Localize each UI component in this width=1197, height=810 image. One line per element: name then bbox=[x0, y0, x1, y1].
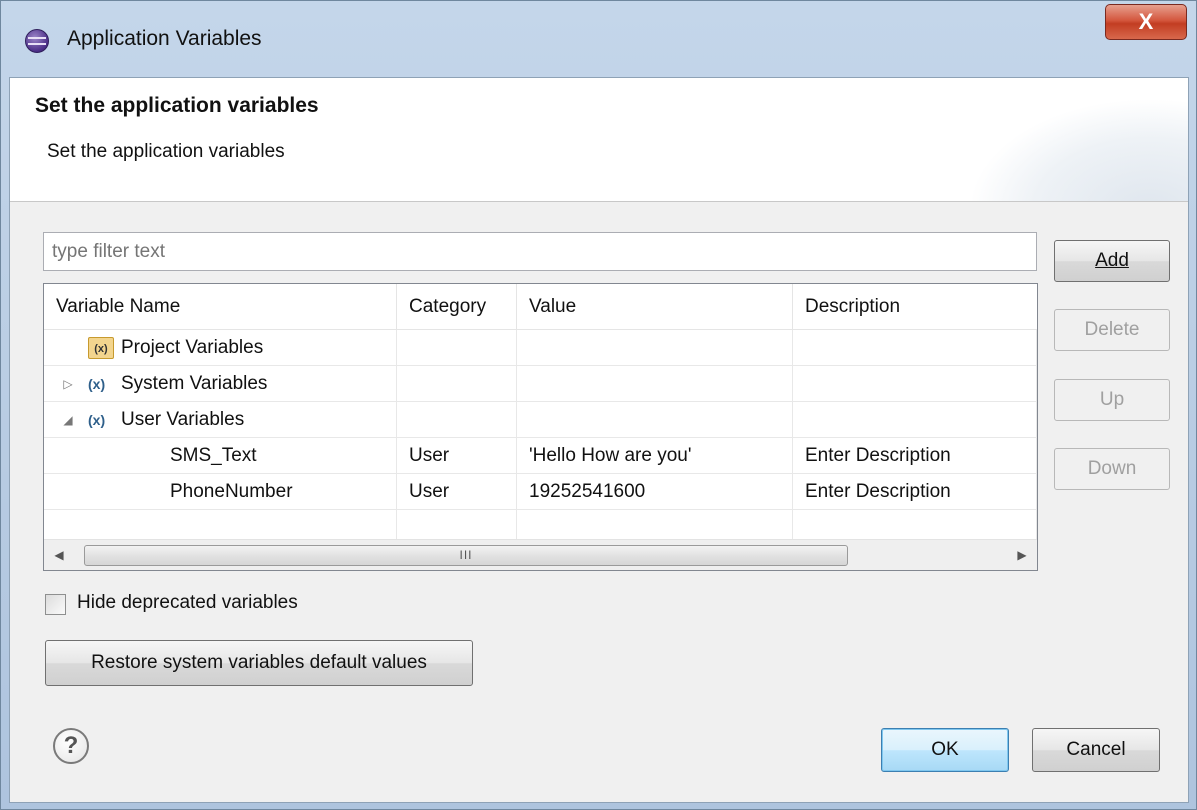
category-cell[interactable]: User bbox=[397, 474, 517, 510]
column-header-value[interactable]: Value bbox=[517, 284, 793, 330]
up-button[interactable]: Up bbox=[1054, 379, 1170, 421]
tree-cell: ◢ (x) User Variables bbox=[44, 402, 397, 438]
table-header: Variable Name Category Value Description bbox=[44, 284, 1037, 330]
header-subtitle: Set the application variables bbox=[47, 141, 285, 162]
tree-row-project-variables[interactable]: (x) Project Variables bbox=[44, 330, 1037, 366]
tree-row-user-variables[interactable]: ◢ (x) User Variables bbox=[44, 402, 1037, 438]
value-cell[interactable]: 'Hello How are you' bbox=[517, 438, 793, 474]
variable-name-cell[interactable]: SMS_Text bbox=[44, 438, 397, 474]
empty-cell bbox=[397, 366, 517, 402]
empty-row bbox=[44, 510, 1037, 539]
cancel-button[interactable]: Cancel bbox=[1032, 728, 1160, 772]
empty-cell bbox=[517, 366, 793, 402]
scrollbar-thumb[interactable]: III bbox=[84, 545, 848, 566]
title-bar[interactable]: Application Variables X bbox=[1, 1, 1196, 77]
column-header-description[interactable]: Description bbox=[793, 284, 1037, 330]
delete-button-label: Delete bbox=[1084, 319, 1140, 340]
close-button[interactable]: X bbox=[1105, 4, 1187, 40]
description-cell[interactable]: Enter Description bbox=[793, 474, 1037, 510]
variable-name-cell[interactable]: PhoneNumber bbox=[44, 474, 397, 510]
eclipse-app-icon bbox=[25, 29, 49, 53]
horizontal-scrollbar[interactable]: ◀ III ▶ bbox=[44, 539, 1037, 570]
hide-deprecated-checkbox[interactable] bbox=[45, 594, 66, 615]
restore-defaults-button[interactable]: Restore system variables default values bbox=[45, 640, 473, 686]
system-variables-icon: (x) bbox=[88, 376, 106, 392]
table-row[interactable]: SMS_Text User 'Hello How are you' Enter … bbox=[44, 438, 1037, 474]
tree-node-label: System Variables bbox=[121, 373, 268, 394]
scroll-right-icon[interactable]: ▶ bbox=[1007, 540, 1037, 570]
project-variables-icon: (x) bbox=[88, 337, 114, 359]
column-header-category[interactable]: Category bbox=[397, 284, 517, 330]
category-cell[interactable]: User bbox=[397, 438, 517, 474]
hide-deprecated-label[interactable]: Hide deprecated variables bbox=[77, 592, 298, 614]
tree-cell: (x) Project Variables bbox=[44, 330, 397, 366]
tree-node-label: Project Variables bbox=[121, 337, 264, 358]
value-cell[interactable]: 19252541600 bbox=[517, 474, 793, 510]
down-button[interactable]: Down bbox=[1054, 448, 1170, 490]
description-cell[interactable]: Enter Description bbox=[793, 438, 1037, 474]
column-header-variable-name[interactable]: Variable Name bbox=[44, 284, 397, 330]
empty-cell bbox=[793, 402, 1037, 438]
up-button-label: Up bbox=[1099, 389, 1125, 410]
empty-cell bbox=[517, 510, 793, 539]
window-title: Application Variables bbox=[67, 27, 262, 50]
empty-cell bbox=[517, 402, 793, 438]
ok-button[interactable]: OK bbox=[881, 728, 1009, 772]
empty-cell bbox=[793, 366, 1037, 402]
collapse-arrow-icon[interactable]: ◢ bbox=[61, 402, 75, 438]
dialog-header: Set the application variables Set the ap… bbox=[10, 78, 1188, 202]
expand-arrow-icon[interactable]: ▷ bbox=[61, 366, 75, 402]
tree-cell: ▷ (x) System Variables bbox=[44, 366, 397, 402]
empty-cell bbox=[44, 510, 397, 539]
table-row[interactable]: PhoneNumber User 19252541600 Enter Descr… bbox=[44, 474, 1037, 510]
empty-cell bbox=[793, 330, 1037, 366]
empty-cell bbox=[517, 330, 793, 366]
header-decoration bbox=[968, 98, 1188, 201]
filter-input[interactable] bbox=[43, 232, 1037, 271]
user-variables-icon: (x) bbox=[88, 412, 106, 428]
tree-row-system-variables[interactable]: ▷ (x) System Variables bbox=[44, 366, 1037, 402]
dialog-window: Application Variables X Set the applicat… bbox=[0, 0, 1197, 810]
empty-cell bbox=[397, 510, 517, 539]
down-button-label: Down bbox=[1087, 458, 1137, 479]
tree-node-label: User Variables bbox=[121, 409, 245, 430]
empty-cell bbox=[397, 402, 517, 438]
header-title: Set the application variables bbox=[35, 94, 319, 117]
delete-button[interactable]: Delete bbox=[1054, 309, 1170, 351]
empty-cell bbox=[397, 330, 517, 366]
add-button[interactable]: Add bbox=[1054, 240, 1170, 282]
variables-table[interactable]: Variable Name Category Value Description… bbox=[43, 283, 1038, 571]
help-icon[interactable]: ? bbox=[53, 728, 89, 764]
empty-cell bbox=[793, 510, 1037, 539]
add-button-label: Add bbox=[1095, 250, 1129, 271]
dialog-client: Set the application variables Set the ap… bbox=[9, 77, 1189, 803]
scroll-left-icon[interactable]: ◀ bbox=[44, 540, 74, 570]
